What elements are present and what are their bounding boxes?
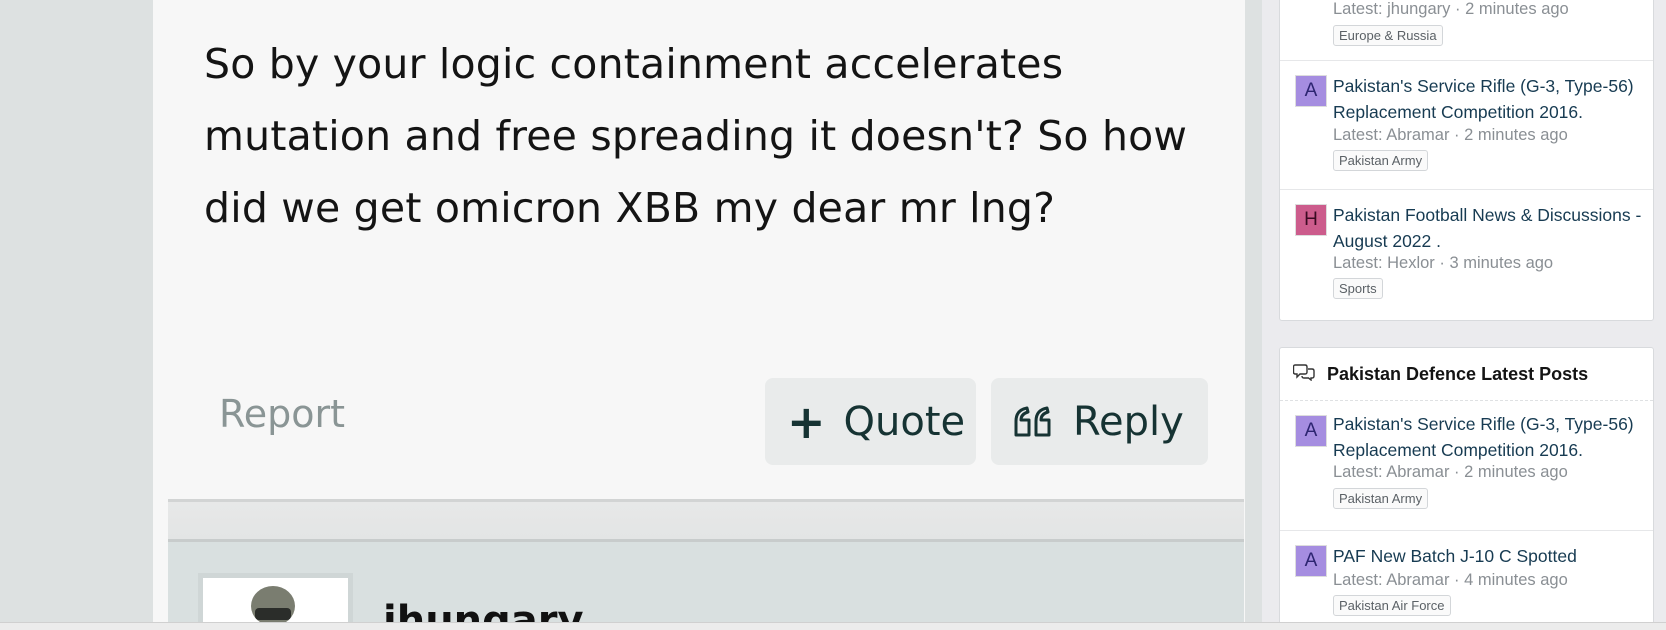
reply-label: Reply xyxy=(1073,398,1184,445)
thread-tag[interactable]: Pakistan Army xyxy=(1333,150,1429,171)
sidebar-widget-latest-posts: Pakistan Defence Latest Posts A Pakistan… xyxy=(1279,347,1654,630)
thread-meta: Latest: Hexlor · 3 minutes ago xyxy=(1333,254,1554,272)
thread-tag[interactable]: Pakistan Air Force xyxy=(1333,595,1451,616)
quote-label: Quote xyxy=(843,398,966,445)
thread-meta: Latest: jhungary · 2 minutes ago xyxy=(1333,0,1569,18)
post-message: So by your logic containment accelerates… xyxy=(204,40,1188,232)
avatar[interactable]: H xyxy=(1295,204,1327,236)
list-item[interactable]: A Pakistan's Service Rifle (G-3, Type-56… xyxy=(1280,61,1653,190)
thread-meta: Latest: Abramar · 2 minutes ago xyxy=(1333,463,1568,481)
plus-icon: + xyxy=(787,394,826,449)
thread-title[interactable]: Pakistan's Service Rifle (G-3, Type-56) … xyxy=(1333,73,1648,125)
quote-marks-icon xyxy=(1013,405,1055,439)
thread-meta: Latest: Abramar · 4 minutes ago xyxy=(1333,571,1568,589)
avatar[interactable]: A xyxy=(1295,415,1327,447)
thread-tag[interactable]: Pakistan Army xyxy=(1333,488,1429,509)
report-link[interactable]: Report xyxy=(219,392,345,436)
comments-icon xyxy=(1292,363,1315,386)
quote-button[interactable]: + Quote xyxy=(765,378,976,465)
list-item[interactable]: A PAF New Batch J-10 C Spotted Latest: A… xyxy=(1280,531,1653,630)
list-item[interactable]: A Pakistan's Service Rifle (G-3, Type-56… xyxy=(1280,401,1653,531)
post-divider xyxy=(168,499,1244,542)
list-item[interactable]: Latest: jhungary · 2 minutes ago Europe … xyxy=(1280,0,1653,61)
sidebar-widget-threads: Latest: jhungary · 2 minutes ago Europe … xyxy=(1279,0,1654,321)
widget-title[interactable]: Pakistan Defence Latest Posts xyxy=(1327,364,1588,385)
list-item[interactable]: H Pakistan Football News & Discussions -… xyxy=(1280,190,1653,320)
avatar[interactable]: A xyxy=(1295,75,1327,107)
thread-tag[interactable]: Europe & Russia xyxy=(1333,25,1443,46)
thread-title[interactable]: Pakistan Football News & Discussions - A… xyxy=(1333,202,1648,254)
avatar[interactable]: A xyxy=(1295,545,1327,577)
reply-button[interactable]: Reply xyxy=(991,378,1208,465)
widget-header: Pakistan Defence Latest Posts xyxy=(1280,348,1653,401)
thread-meta: Latest: Abramar · 2 minutes ago xyxy=(1333,126,1568,144)
thread-tag[interactable]: Sports xyxy=(1333,278,1383,299)
thread-title[interactable]: Pakistan's Service Rifle (G-3, Type-56) … xyxy=(1333,411,1648,463)
thread-title[interactable]: PAF New Batch J-10 C Spotted xyxy=(1333,543,1648,569)
horizontal-scrollbar[interactable] xyxy=(0,622,1666,630)
